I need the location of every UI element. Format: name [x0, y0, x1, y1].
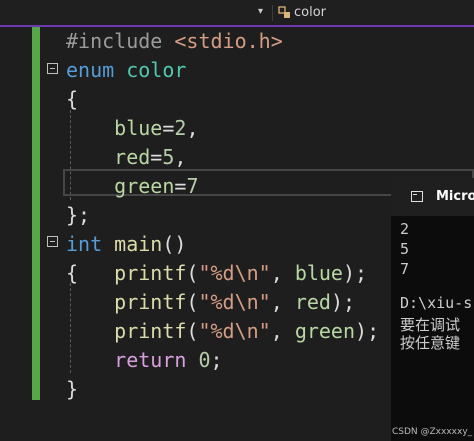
enumerator: blue	[114, 116, 163, 140]
console-tab[interactable]: Micros	[391, 178, 474, 216]
code-line-11: printf("%d\n", green);	[66, 317, 379, 346]
code-line-12: return 0;	[66, 346, 223, 375]
string-literal: "%d\n"	[198, 261, 271, 285]
brace: }	[66, 377, 79, 401]
watermark: CSDN @Zxxxxxy_	[392, 427, 473, 437]
operator: =	[150, 145, 163, 169]
divider	[272, 5, 273, 21]
code-line-7: };	[66, 201, 90, 230]
code-line-2: enum color	[66, 56, 186, 85]
code-line-6: green=7	[66, 172, 198, 201]
member-dropdown[interactable]: color	[294, 5, 326, 20]
code-line-10: printf("%d\n", red);	[66, 288, 355, 317]
punctuation: );	[342, 261, 368, 285]
change-margin	[32, 27, 40, 400]
chevron-down-icon[interactable]: ▾	[258, 6, 263, 17]
number: 7	[186, 174, 199, 198]
function-call: printf	[114, 261, 187, 285]
console-line: D:\xiu-s	[400, 294, 473, 312]
code-line-8: int main()	[66, 230, 186, 259]
punctuation: );	[355, 319, 380, 343]
keyword: enum	[66, 58, 115, 82]
code-line-1: #include <stdio.h>	[66, 27, 283, 56]
console-line: 7	[400, 260, 410, 278]
brace: };	[66, 203, 91, 227]
fold-toggle-enum[interactable]	[47, 63, 58, 74]
punctuation: ,	[174, 145, 187, 169]
preprocessor-directive: #include	[66, 29, 163, 53]
punctuation: ,	[270, 290, 295, 314]
operator: =	[174, 174, 187, 198]
console-line: 5	[400, 240, 410, 258]
navigation-bar: ▾ color	[0, 0, 474, 27]
punctuation: );	[330, 290, 356, 314]
type-name: color	[126, 58, 187, 82]
console-line: 2	[400, 220, 410, 238]
punctuation: ,	[270, 319, 295, 343]
argument: red	[294, 290, 331, 314]
function-call: printf	[114, 319, 187, 343]
keyword: return	[114, 348, 187, 372]
class-icon	[278, 6, 290, 18]
enumerator: red	[114, 145, 151, 169]
code-line-5: red=5,	[66, 143, 186, 172]
brace: {	[66, 87, 79, 111]
code-line-9: { printf("%d\n", blue);	[66, 259, 367, 288]
punctuation: ,	[270, 261, 295, 285]
punctuation: (	[186, 319, 199, 343]
operator: =	[162, 116, 175, 140]
console-line: 按任意键	[400, 334, 461, 352]
enumerator: green	[114, 174, 175, 198]
terminal-icon	[411, 191, 423, 202]
punctuation: ()	[162, 232, 187, 256]
argument: blue	[294, 261, 343, 285]
string-literal: "%d\n"	[198, 319, 271, 343]
number: 0	[198, 348, 211, 372]
argument: green	[294, 319, 356, 343]
keyword: int	[66, 232, 103, 256]
console-title: Micros	[436, 189, 474, 204]
number: 5	[162, 145, 175, 169]
function-name: main	[114, 232, 163, 256]
fold-toggle-main[interactable]	[47, 236, 58, 247]
function-call: printf	[114, 290, 187, 314]
string-literal: "%d\n"	[198, 290, 271, 314]
brace: {	[66, 261, 79, 285]
include-header: <stdio.h>	[174, 29, 283, 53]
punctuation: (	[186, 290, 199, 314]
console-window[interactable]: Micros 2 5 7 D:\xiu-s 要在调试 按任意键	[391, 178, 474, 441]
number: 2	[174, 116, 187, 140]
code-line-4: blue=2,	[66, 114, 198, 143]
punctuation: (	[186, 261, 199, 285]
punctuation: ;	[210, 348, 223, 372]
code-line-13: }	[66, 375, 78, 404]
punctuation: ,	[186, 116, 199, 140]
code-line-3: {	[66, 85, 78, 114]
